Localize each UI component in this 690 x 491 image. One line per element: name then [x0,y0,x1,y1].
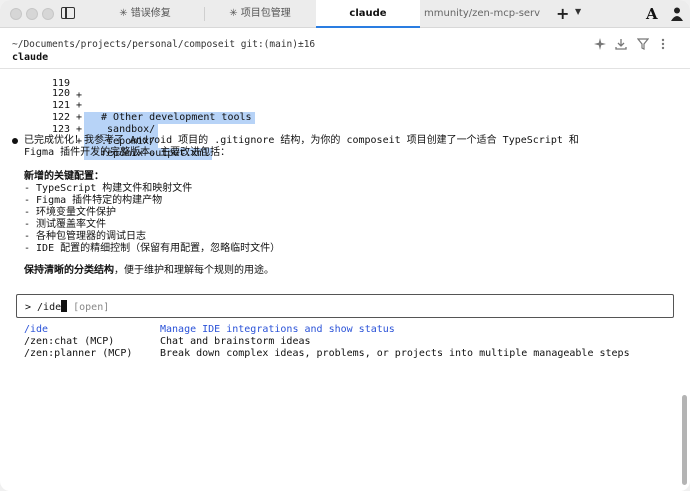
prompt-line: > /ide [open] [25,300,109,313]
summary-line: 保持清晰的分类结构，便于维护和理解每个规则的用途。 [24,265,274,277]
line-number: 122 [51,112,70,123]
terminal-output: 119 + 120 + # Other development tools 12… [0,70,680,491]
suggestion-command[interactable]: /ide [24,324,48,336]
diff-line: 121 + _sandbox/ [0,88,159,136]
more-icon[interactable] [660,38,666,50]
list-item: - 各种包管理器的调试日志 [24,231,147,242]
diff-line: 120 + # Other development tools [0,76,255,124]
list-item: - 环境变量文件保护 [24,207,117,218]
vertical-scrollbar[interactable] [682,395,687,485]
tab-bar: ✳ 错误修复 ✳ 项目包管理 claude mmunity/zen-mcp-se… [0,0,690,28]
list-item: - Figma 插件特定的构建产物 [24,195,163,206]
tab-error-fix[interactable]: ✳ 错误修复 [86,0,204,28]
diff-marker: + [76,112,83,123]
summary-bold: 保持清晰的分类结构 [24,265,114,276]
message-line: Figma 插件开发的完整版本。主要改进包括： [24,147,231,158]
line-number: 120 [51,88,70,99]
suggestion-command[interactable]: /zen:chat (MCP) [24,336,114,348]
sparkle-icon[interactable] [594,38,606,50]
new-tab-icon[interactable]: + [556,4,569,23]
suggestion-command[interactable]: /zen:planner (MCP) [24,348,132,360]
app-logo-icon: A [646,5,658,23]
session-title: claude [12,52,49,63]
command-input[interactable]: > /ide [open] [16,294,674,318]
chevron-down-icon[interactable]: ▼ [575,7,581,16]
summary-rest: ，便于维护和理解每个规则的用途。 [114,265,274,276]
profile-icon[interactable] [671,7,683,21]
list-item: - IDE 配置的精细控制（保留有用配置，忽略临时文件） [24,243,281,254]
tab-package-management[interactable]: ✳ 项目包管理 [205,0,315,28]
tab-claude[interactable]: claude [316,0,420,28]
working-directory: ~/Documents/projects/personal/composeit … [12,39,316,50]
minimize-window-button[interactable] [26,8,38,20]
message-bullet-icon [12,138,18,144]
section-heading: 新增的关键配置： [24,171,104,182]
diff-line: 123 + repomix-output.xml [0,112,213,160]
cursor [61,300,68,312]
suggestion-description[interactable]: Chat and brainstorm ideas [160,336,311,348]
session-header: ~/Documents/projects/personal/composeit … [0,29,690,69]
suggestion-description[interactable]: Manage IDE integrations and show status [160,324,395,336]
diff-code: # Other development tools [84,112,255,124]
input-text: > /ide [25,302,62,313]
list-item: - 测试覆盖率文件 [24,219,107,230]
list-item: - TypeScript 构建文件和映射文件 [24,183,193,194]
diff-line: 122 + .repomix/ [0,100,159,148]
line-number: 121 [51,100,70,111]
filter-icon[interactable] [637,38,649,50]
message-line: 已完成优化！我参考了 Android 项目的 .gitignore 结构，为你的… [24,135,579,146]
sidebar-toggle-icon[interactable] [61,7,75,19]
suggestion-description[interactable]: Break down complex ideas, problems, or p… [160,348,630,360]
close-window-button[interactable] [10,8,22,20]
terminal-window: ✳ 错误修复 ✳ 项目包管理 claude mmunity/zen-mcp-se… [0,0,690,491]
download-icon[interactable] [615,38,627,50]
zoom-window-button[interactable] [42,8,54,20]
input-hint: [open] [73,302,110,313]
tab-zen-mcp-server[interactable]: mmunity/zen-mcp-serv [424,0,546,28]
diff-marker: + [76,100,83,111]
